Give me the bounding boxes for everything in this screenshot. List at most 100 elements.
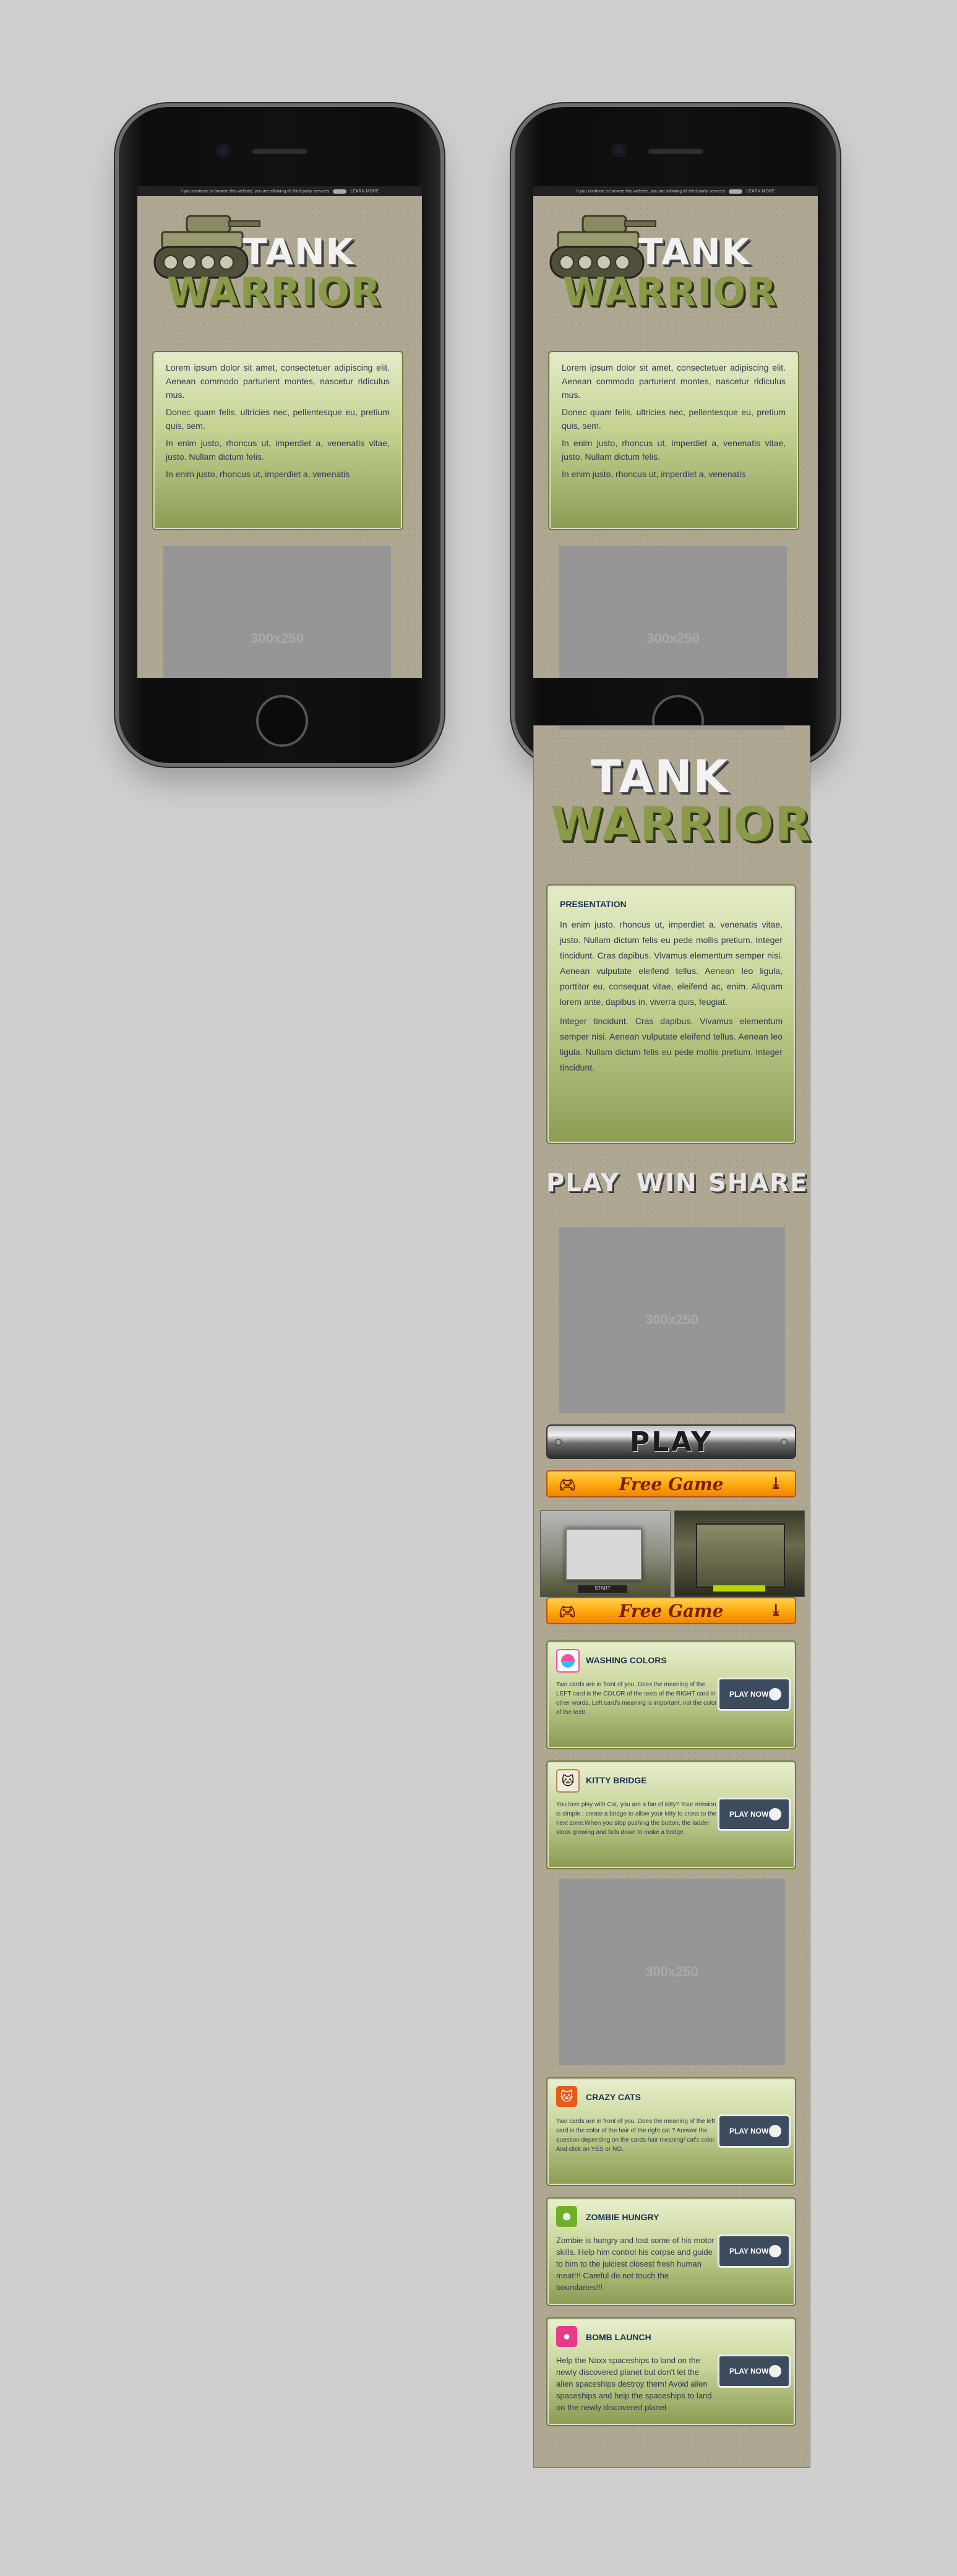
game-description: Help the Naxx spaceships to land on the … [556, 2356, 712, 2412]
play-now-label: PLAY NOW [729, 2247, 769, 2255]
zombie-icon: ☻ [556, 2206, 577, 2227]
logo-warrior-text: WARRIOR [551, 796, 812, 851]
download-icon: ⤓ [769, 1601, 783, 1620]
free-game-button[interactable]: 🎮︎ Free Game ⤓ [546, 1470, 796, 1497]
cookie-text: If you continue to browse this website, … [180, 189, 330, 194]
play-now-label: PLAY NOW [729, 2367, 769, 2376]
logo: TANK WARRIOR [533, 196, 818, 320]
logo-warrior-text: WARRIOR [167, 269, 382, 314]
phone-frame-right: If you continue to browse this website, … [515, 107, 836, 763]
free-game-label: Free Game [619, 1473, 724, 1494]
screenshot-dialog [696, 1523, 785, 1588]
intro-paragraph: Donec quam felis, ultricies nec, pellent… [562, 407, 786, 431]
presentation-paragraph: Integer tincidunt. Cras dapibus. Vivamus… [560, 1016, 783, 1072]
color-ball-icon [556, 1649, 580, 1673]
presentation-paragraph: In enim justo, rhoncus ut, imperdiet a, … [560, 920, 783, 1007]
logo-tank-text: TANK [638, 231, 751, 273]
play-button-label: PLAY [630, 1426, 713, 1458]
screenshots-row: START [540, 1510, 805, 1597]
play-now-button[interactable]: PLAY NOW [718, 2234, 791, 2268]
ad-placeholder[interactable]: 300x250 [163, 546, 391, 678]
play-now-button[interactable]: PLAY NOW [718, 2354, 791, 2388]
free-game-button[interactable]: 🎮︎ Free Game ⤓ [546, 1597, 796, 1624]
cookie-bar: If you continue to browse this website, … [137, 186, 422, 196]
phone-screen-right: If you continue to browse this website, … [533, 186, 818, 678]
gamepad-icon: 🎮︎ [559, 1477, 576, 1493]
ad-placeholder[interactable]: 300x250 [559, 546, 787, 678]
bomb-icon: ● [556, 2326, 577, 2347]
logo: TANK WARRIOR [534, 751, 811, 856]
logo-warrior-text: WARRIOR [563, 269, 778, 314]
tagline-share: SHARE [708, 1169, 809, 1197]
intro-paragraph: Donec quam felis, ultricies nec, pellent… [166, 407, 390, 431]
speaker-grille [648, 148, 703, 154]
presentation-heading: PRESENTATION [560, 899, 627, 909]
ad-placeholder[interactable] [559, 726, 785, 730]
game-description: You love play with Cat, you are a fan of… [556, 1801, 716, 1836]
intro-box: Lorem ipsum dolor sit amet, consectetuer… [548, 351, 799, 530]
screenshot-dialog [565, 1528, 642, 1580]
front-camera [614, 145, 625, 156]
screenshot-progress-bar [713, 1585, 765, 1592]
phone-frame-left: If you continue to browse this website, … [119, 107, 440, 763]
ad-placeholder[interactable]: 300x250 [559, 1227, 785, 1413]
intro-paragraph: Lorem ipsum dolor sit amet, consectetuer… [562, 363, 786, 400]
presentation-box: PRESENTATION In enim justo, rhoncus ut, … [546, 884, 796, 1144]
gamepad-icon: 🎮︎ [559, 1604, 576, 1620]
game-title: ZOMBIE HUNGRY [586, 2212, 659, 2222]
intro-box: Lorem ipsum dolor sit amet, consectetuer… [152, 351, 403, 530]
intro-paragraph: In enim justo, rhoncus ut, imperdiet a, … [166, 469, 350, 479]
scrolled-page-continuation: TANK WARRIOR PRESENTATION In enim justo,… [533, 725, 811, 2468]
logo: TANK WARRIOR [137, 196, 422, 320]
cat-icon: 🐱︎ [556, 2086, 577, 2107]
play-now-label: PLAY NOW [729, 1810, 769, 1819]
game-description: Two cards are in front of you. Does the … [556, 2118, 716, 2153]
intro-paragraph: Lorem ipsum dolor sit amet, consectetuer… [166, 363, 390, 400]
cookie-ok-button[interactable] [729, 189, 743, 194]
play-circle-icon [769, 2245, 781, 2257]
game-screenshot[interactable] [674, 1510, 805, 1597]
phone-screen-left: If you continue to browse this website, … [137, 186, 422, 678]
logo-tank-text: TANK [242, 231, 355, 273]
play-now-button[interactable]: PLAY NOW [718, 2114, 791, 2148]
game-title: BOMB LAUNCH [586, 2332, 651, 2342]
page-background: TANK WARRIOR Lorem ipsum dolor sit amet,… [137, 196, 422, 678]
game-card: ☻ ZOMBIE HUNGRY Zombie is hungry and los… [546, 2197, 796, 2306]
free-game-label: Free Game [619, 1600, 724, 1621]
game-card: WASHING COLORS Two cards are in front of… [546, 1640, 796, 1749]
game-description: Zombie is hungry and lost some of his mo… [556, 2236, 715, 2292]
screenshot-start-label: START [578, 1585, 627, 1593]
game-title: WASHING COLORS [586, 1655, 667, 1665]
rivet [555, 1439, 562, 1445]
game-card: 🐱︎ KITTY BRIDGE You love play with Cat, … [546, 1760, 796, 1869]
tagline-win: WIN [637, 1169, 698, 1197]
play-circle-icon [769, 2125, 781, 2137]
game-card: ● BOMB LAUNCH Help the Naxx spaceships t… [546, 2317, 796, 2426]
intro-paragraph: In enim justo, rhoncus ut, imperdiet a, … [562, 469, 746, 479]
play-circle-icon [769, 2365, 781, 2377]
cookie-ok-button[interactable] [333, 189, 347, 194]
play-circle-icon [769, 1808, 781, 1820]
download-icon: ⤓ [769, 1475, 783, 1493]
home-button[interactable] [256, 695, 308, 747]
speaker-grille [252, 148, 307, 154]
play-now-button[interactable]: PLAY NOW [718, 1678, 791, 1711]
play-button[interactable]: PLAY [546, 1424, 796, 1459]
cookie-text: If you continue to browse this website, … [576, 189, 726, 194]
logo-tank-text: TANK [591, 751, 729, 803]
game-card: 🐱︎ CRAZY CATS Two cards are in front of … [546, 2077, 796, 2186]
game-title: KITTY BRIDGE [586, 1775, 647, 1785]
game-title: CRAZY CATS [586, 2092, 641, 2102]
game-screenshot[interactable]: START [540, 1510, 671, 1597]
play-now-button[interactable]: PLAY NOW [718, 1798, 791, 1831]
page-background: TANK WARRIOR Lorem ipsum dolor sit amet,… [533, 196, 818, 678]
play-circle-icon [769, 1688, 781, 1700]
cookie-bar: If you continue to browse this website, … [533, 186, 818, 196]
play-now-label: PLAY NOW [729, 1690, 769, 1699]
cookie-learn-more[interactable]: LEARN MORE [746, 189, 775, 194]
intro-paragraph: In enim justo, rhoncus ut, imperdiet a, … [562, 438, 786, 462]
cookie-learn-more[interactable]: LEARN MORE [350, 189, 379, 194]
intro-paragraph: In enim justo, rhoncus ut, imperdiet a, … [166, 438, 390, 462]
ad-placeholder[interactable]: 300x250 [559, 1879, 785, 2065]
tagline-play: PLAY [546, 1169, 620, 1197]
